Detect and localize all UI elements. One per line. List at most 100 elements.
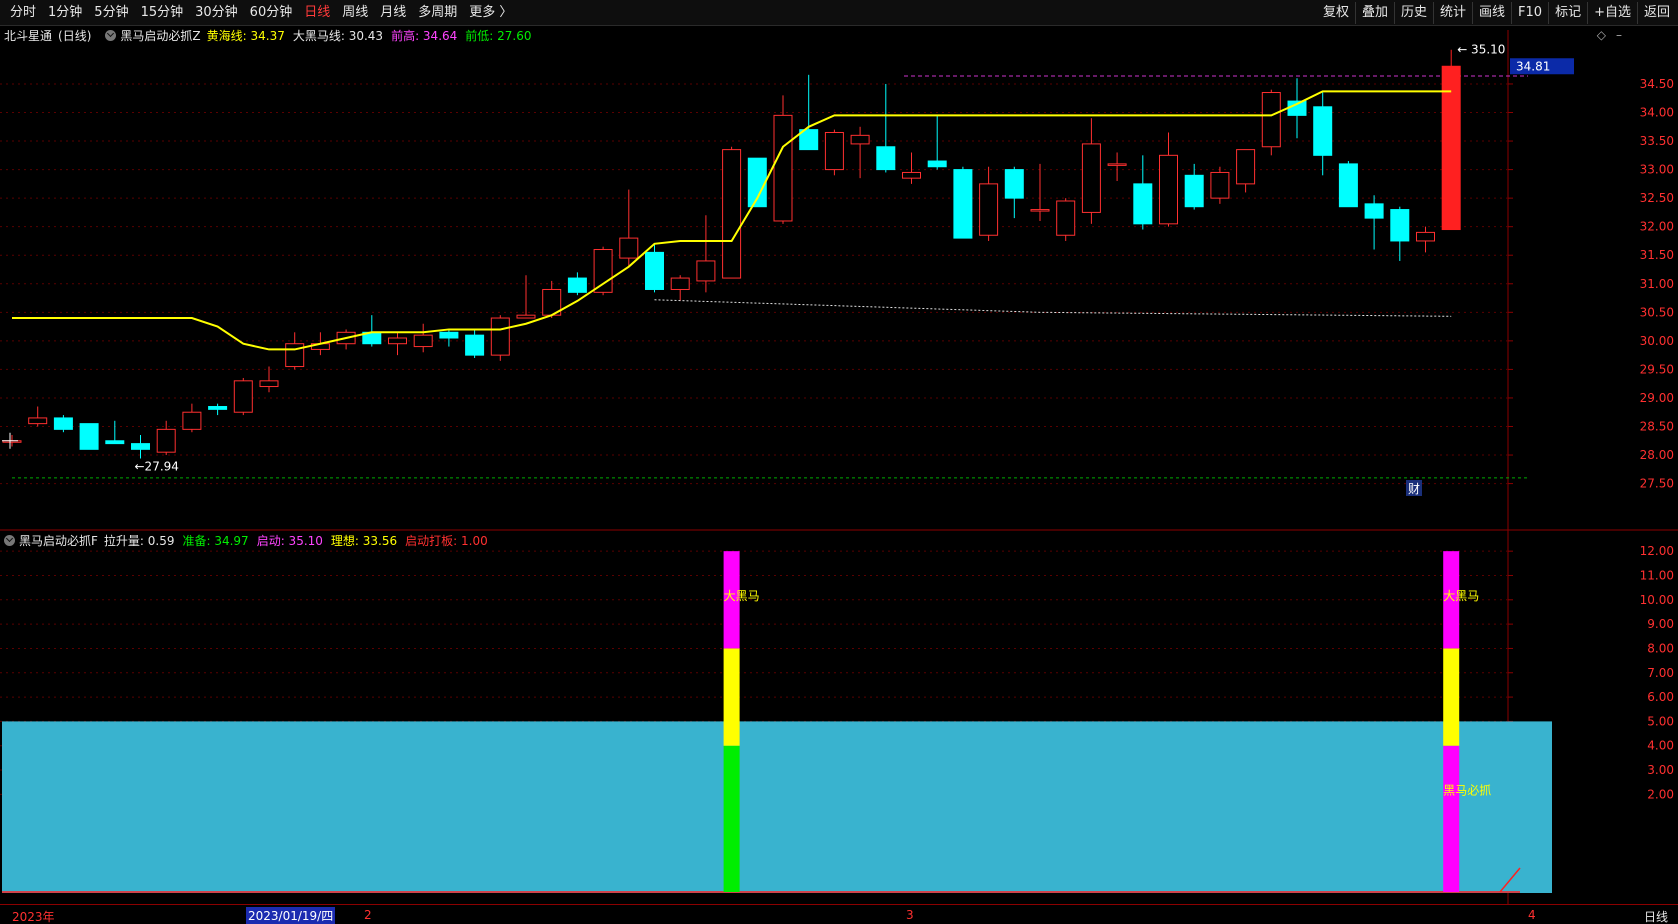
period-toolbar: 分时 1分钟 5分钟 15分钟 30分钟 60分钟 日线 周线 月线 多周期 更多 〉 复权 叠加 历史…	[0, 0, 1678, 26]
candle-body	[1133, 183, 1153, 225]
y-tick-label: 34.00	[1640, 106, 1674, 120]
indicator-menu-icon[interactable]	[105, 29, 117, 41]
candle-body	[156, 428, 176, 453]
indicator-name[interactable]: 黑马启动必抓Z	[120, 27, 200, 44]
tab-period-2[interactable]: 5分钟	[88, 0, 134, 26]
candle-body	[1210, 171, 1230, 199]
kline-background	[0, 26, 1678, 531]
indicator-y-tick-label: 4.00	[1647, 739, 1674, 753]
candle-body	[619, 237, 639, 259]
candle-body	[1184, 174, 1204, 208]
candle-body	[953, 169, 973, 239]
indicator-name[interactable]: 黑马启动必抓F	[19, 532, 98, 549]
indicator-y-tick-label: 3.00	[1647, 763, 1674, 777]
tool-button-7[interactable]: +自选	[1587, 2, 1637, 24]
tool-button-3[interactable]: 统计	[1433, 2, 1472, 24]
candle-body	[927, 160, 947, 168]
time-label-month-2: 2	[364, 908, 372, 922]
kline-panel[interactable]: 27.50 28.00 28.50 29.00 29.50 30.00 30.50 31.00…	[0, 26, 1678, 531]
diamond-icon[interactable]: ◇	[1597, 28, 1606, 42]
candle-body	[1004, 169, 1024, 199]
tab-period-9[interactable]: 多周期	[412, 0, 463, 26]
stacked-bar-segment	[723, 745, 740, 892]
indicator-field-0: 拉升量: 0.59	[103, 533, 175, 548]
main-field-3: 前低: 27.60	[465, 28, 532, 43]
indicator-y-tick-label: 9.00	[1647, 617, 1674, 631]
candle-body	[465, 334, 485, 356]
y-tick-label: 28.50	[1640, 419, 1674, 433]
indicator-chart[interactable]: 2.00 3.00 4.00 5.00 6.00 7.00 8.00 9.00 10.00 11.…	[0, 531, 1678, 904]
indicator-field-2: 启动: 35.10	[256, 533, 323, 548]
tab-period-8[interactable]: 月线	[374, 0, 412, 26]
bar-label-dark-horse-2: 大黑马	[1443, 589, 1479, 603]
tool-button-8[interactable]: 返回	[1636, 2, 1676, 24]
indicator-panel[interactable]: 2.00 3.00 4.00 5.00 6.00 7.00 8.00 9.00 10.00 11.…	[0, 531, 1678, 904]
candle-body	[645, 251, 664, 290]
bar-label-dark-horse-1: 大黑马	[724, 589, 760, 603]
period-tabs: 分时 1分钟 5分钟 15分钟 30分钟 60分钟 日线 周线 月线 多周期 更多 〉	[4, 0, 518, 26]
indicator-y-tick-label: 8.00	[1647, 641, 1674, 655]
time-label-year: 2023年	[12, 910, 55, 924]
y-tick-label: 29.00	[1640, 391, 1674, 405]
candle-body	[79, 423, 99, 450]
stock-name[interactable]: 北斗星通	[4, 27, 52, 44]
indicator-fields: 拉升量: 0.59 准备: 34.97 启动: 35.10 理想: 33.56 启动打板…	[104, 532, 496, 549]
stacked-bar-segment	[1443, 648, 1460, 746]
time-label-month-4: 4	[1528, 908, 1536, 922]
candle-body	[696, 260, 716, 282]
indicator-field-4: 启动打板: 1.00	[405, 533, 488, 548]
period-indicator[interactable]: 日线	[1644, 908, 1668, 924]
tab-period-4[interactable]: 30分钟	[189, 0, 244, 26]
tool-button-1[interactable]: 叠加	[1354, 2, 1394, 24]
main-field-2: 前高: 34.64	[391, 28, 458, 43]
indicator-fields: 黄海线: 34.37 大黑马线: 30.43 前高: 34.64 前低: 27.60	[207, 27, 540, 44]
candle-body	[1338, 163, 1358, 208]
tab-period-10[interactable]: 更多 〉	[463, 0, 518, 26]
candle-body	[670, 277, 690, 290]
cyan-area	[2, 721, 1552, 893]
candle-body	[105, 440, 125, 445]
candle-body	[233, 380, 253, 413]
tab-period-7[interactable]: 周线	[336, 0, 374, 26]
candle-body	[722, 149, 742, 279]
indicator-field-1: 准备: 34.97	[182, 533, 249, 548]
candle-body	[1364, 203, 1384, 219]
y-tick-label: 32.50	[1640, 191, 1674, 205]
y-tick-label: 33.00	[1640, 163, 1674, 177]
indicator-y-tick-label: 7.00	[1647, 666, 1674, 680]
candle-body	[490, 317, 510, 356]
main-field-0: 黄海线: 34.37	[206, 28, 285, 43]
indicator-y-tick-label: 10.00	[1640, 593, 1674, 607]
kline-chart[interactable]: 27.50 28.00 28.50 29.00 29.50 30.00 30.50 31.00…	[0, 26, 1678, 531]
tool-button-2[interactable]: 历史	[1393, 2, 1433, 24]
tool-button-6[interactable]: 标记	[1548, 2, 1587, 24]
y-tick-label: 34.50	[1640, 77, 1674, 91]
tool-button-0[interactable]: 复权	[1317, 2, 1355, 24]
tab-period-5[interactable]: 60分钟	[244, 0, 299, 26]
minimize-icon[interactable]: –	[1616, 28, 1622, 42]
candle-body	[1081, 143, 1101, 213]
candle-body	[1313, 106, 1333, 156]
candle-body	[28, 417, 48, 425]
tab-period-6[interactable]: 日线	[298, 0, 336, 26]
main-field-1: 大黑马线: 30.43	[292, 28, 384, 43]
candle-body	[1390, 209, 1410, 242]
candle-body	[1416, 231, 1435, 242]
indicator-y-tick-label: 6.00	[1647, 690, 1674, 704]
tool-button-5[interactable]: F10	[1511, 2, 1548, 24]
y-tick-label: 31.50	[1640, 248, 1674, 262]
stacked-bar-segment	[723, 648, 740, 746]
tab-period-3[interactable]: 15分钟	[135, 0, 190, 26]
indicator-field-3: 理想: 33.56	[330, 533, 398, 548]
y-tick-label: 29.50	[1640, 362, 1674, 376]
candle-body	[182, 411, 202, 430]
candle-body	[1236, 149, 1256, 185]
candle-body	[1159, 154, 1178, 225]
bar-label-must-catch: 黑马必抓	[1443, 783, 1491, 797]
tab-period-1[interactable]: 1分钟	[42, 0, 88, 26]
tool-button-4[interactable]: 画线	[1472, 2, 1511, 24]
candle-body	[259, 380, 279, 388]
tab-period-0[interactable]: 分时	[4, 0, 42, 26]
candle-body	[1261, 92, 1281, 148]
indicator-menu-icon[interactable]	[4, 534, 15, 546]
